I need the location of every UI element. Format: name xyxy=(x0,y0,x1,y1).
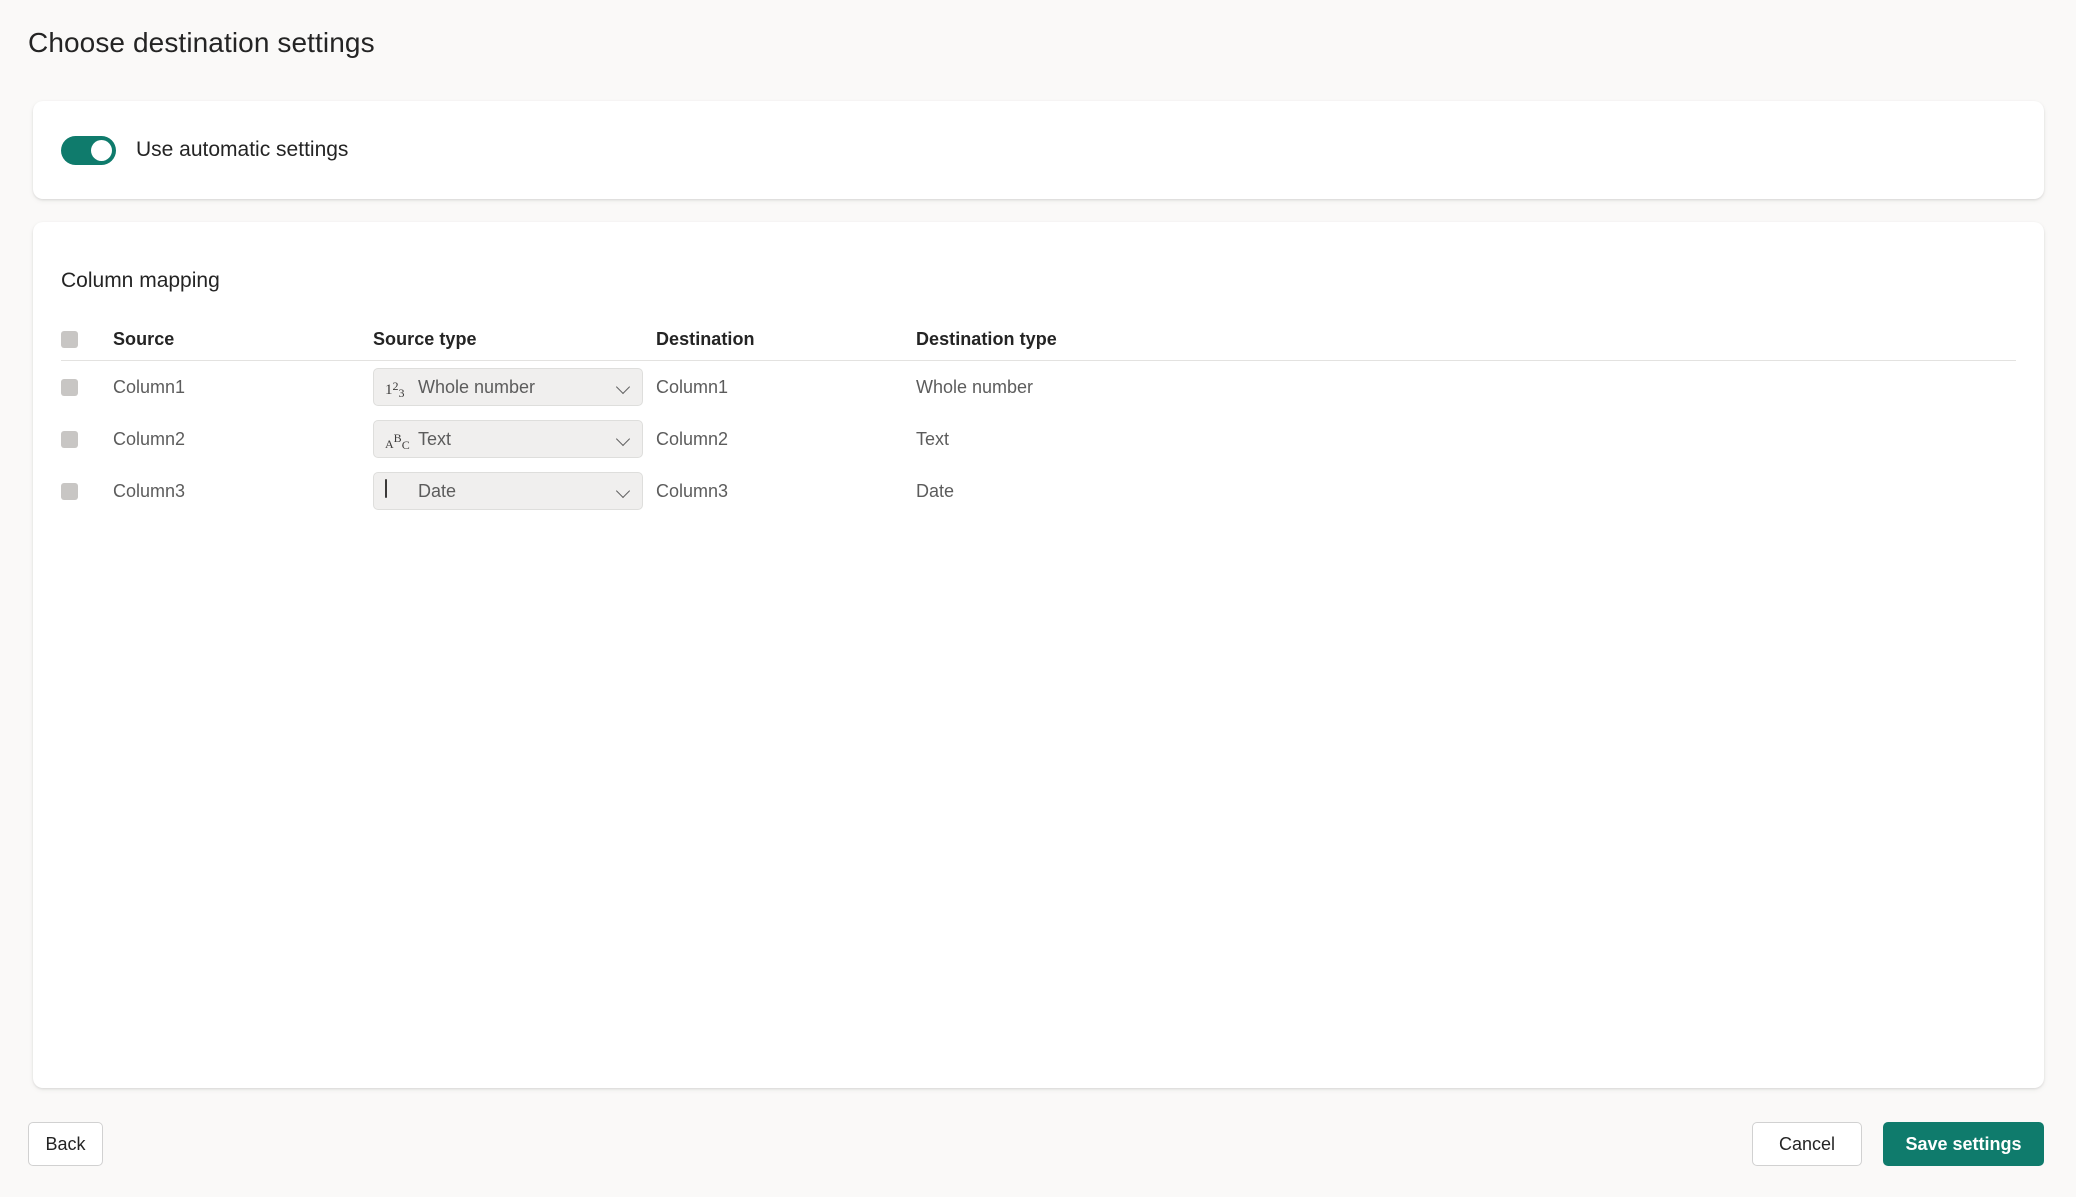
row-select-cell xyxy=(61,378,113,396)
cell-source-type: ABC Text xyxy=(373,420,656,458)
cell-destination-type: Whole number xyxy=(916,376,1034,397)
source-type-dropdown[interactable]: 123 Whole number xyxy=(373,368,643,406)
use-automatic-settings-toggle[interactable] xyxy=(61,135,116,165)
number-type-icon: 123 xyxy=(385,379,405,400)
cell-source-type: Date xyxy=(373,472,656,510)
cell-source-type: 123 Whole number xyxy=(373,368,656,406)
source-type-dropdown[interactable]: ABC Text xyxy=(373,420,643,458)
chevron-down-icon xyxy=(616,379,632,395)
use-automatic-settings-label: Use automatic settings xyxy=(136,138,349,161)
cell-destination: Column2 xyxy=(656,428,729,449)
column-mapping-table: Source Source type Destination Destinati… xyxy=(61,319,2016,517)
header-destination: Destination xyxy=(656,329,755,349)
select-all-checkbox[interactable] xyxy=(61,331,78,348)
toggle-knob xyxy=(91,139,112,161)
table-header-row: Source Source type Destination Destinati… xyxy=(61,319,2016,361)
column-mapping-card: Column mapping Source Source type Destin… xyxy=(33,222,2044,1088)
back-button[interactable]: Back xyxy=(28,1122,103,1166)
cell-destination: Column1 xyxy=(656,376,729,397)
row-select-cell xyxy=(61,430,113,448)
source-type-value: Whole number xyxy=(418,376,536,397)
header-source: Source xyxy=(113,329,175,349)
header-source-type: Source type xyxy=(373,329,477,349)
column-mapping-title: Column mapping xyxy=(61,269,220,292)
header-destination-type: Destination type xyxy=(916,329,1057,349)
cell-destination-type: Date xyxy=(916,480,955,501)
source-type-dropdown[interactable]: Date xyxy=(373,472,643,510)
source-type-value: Text xyxy=(418,428,452,449)
save-settings-button[interactable]: Save settings xyxy=(1883,1122,2044,1166)
cancel-button[interactable]: Cancel xyxy=(1752,1122,1862,1166)
chevron-down-icon xyxy=(616,483,632,499)
row-checkbox[interactable] xyxy=(61,430,78,448)
row-checkbox[interactable] xyxy=(61,482,78,500)
cell-destination: Column3 xyxy=(656,480,729,501)
table-row: Column3 Date Column3 Date xyxy=(61,465,2016,517)
page-title: Choose destination settings xyxy=(28,27,375,58)
cell-source: Column2 xyxy=(113,428,186,449)
table-row: Column2 ABC Text Column2 Text xyxy=(61,413,2016,465)
cell-destination-type: Text xyxy=(916,428,950,449)
source-type-value: Date xyxy=(418,480,457,501)
table-row: Column1 123 Whole number Column1 Whole n… xyxy=(61,361,2016,413)
automatic-settings-card: Use automatic settings xyxy=(33,101,2044,199)
cell-source: Column1 xyxy=(113,376,186,397)
cell-source: Column3 xyxy=(113,480,186,501)
row-select-cell xyxy=(61,482,113,500)
automatic-settings-row: Use automatic settings xyxy=(61,101,348,199)
row-checkbox[interactable] xyxy=(61,378,78,396)
destination-settings-page: Choose destination settings Use automati… xyxy=(0,0,2076,1197)
select-all-cell xyxy=(61,331,113,348)
chevron-down-icon xyxy=(616,431,632,447)
text-type-icon: ABC xyxy=(385,431,410,452)
calendar-icon xyxy=(385,479,409,502)
